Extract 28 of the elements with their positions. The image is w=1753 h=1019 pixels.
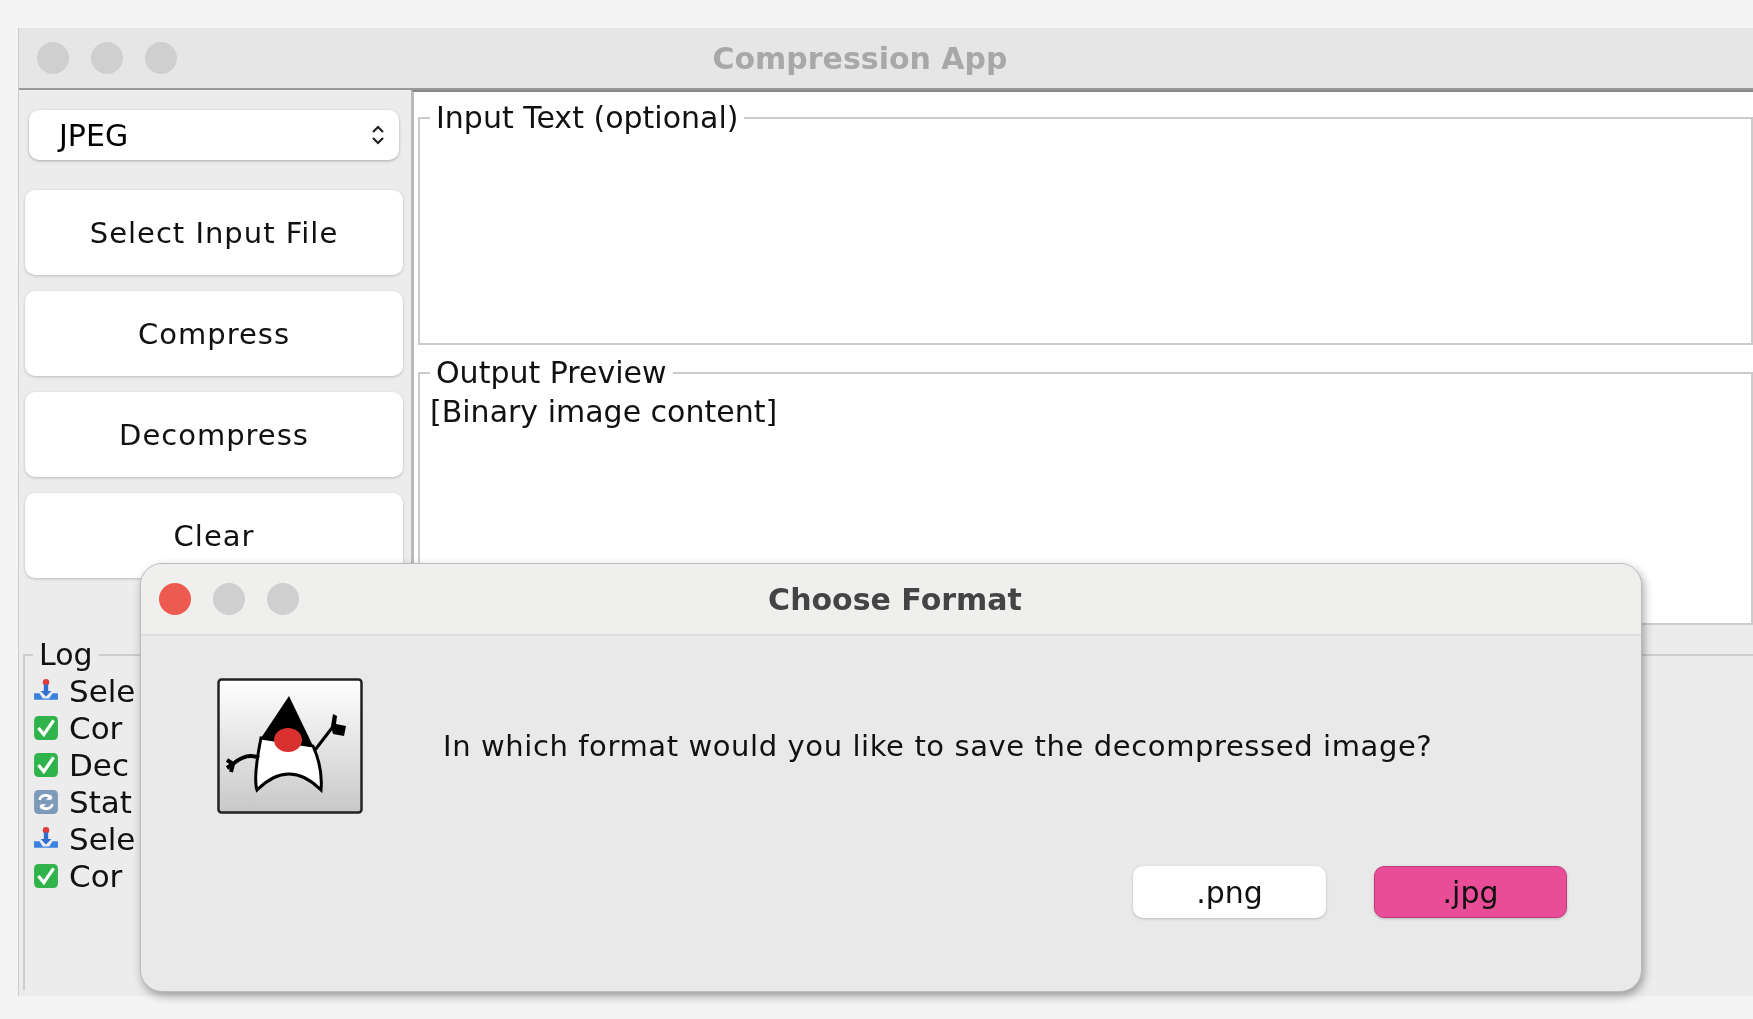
log-entry: Sele <box>69 820 136 857</box>
log-entry: Dec <box>69 746 129 783</box>
zoom-button[interactable] <box>267 583 299 615</box>
format-dropdown[interactable]: JPEG <box>29 110 399 160</box>
log-entry: Cor <box>69 709 123 746</box>
panel-title: Log <box>38 637 94 672</box>
format-option-button[interactable]: .png <box>1133 866 1326 918</box>
check-mark-icon <box>33 751 59 778</box>
close-button[interactable] <box>159 583 191 615</box>
panel-title: Output Preview <box>435 355 668 390</box>
panel-title: Input Text (optional) <box>435 100 740 135</box>
minimize-button[interactable] <box>213 583 245 615</box>
dialog-title: Choose Format <box>767 581 1023 617</box>
up-down-chevron-icon <box>371 124 385 146</box>
refresh-icon <box>33 788 59 815</box>
log-entry: Stat <box>69 783 132 820</box>
dialog-message: In which format would you like to save the decompressed image? <box>443 729 1433 763</box>
check-mark-icon <box>33 714 59 741</box>
check-mark-icon <box>33 862 59 889</box>
action-button[interactable]: Select Input File <box>25 190 403 275</box>
preview-text: [Binary image content] <box>430 394 779 429</box>
action-button[interactable]: Compress <box>25 291 403 376</box>
log-entry: Cor <box>69 857 123 894</box>
action-button[interactable]: Decompress <box>25 392 403 477</box>
window-title: Compression App <box>711 40 1009 76</box>
log-entry: Sele <box>69 672 136 709</box>
cartoon-mascot-icon <box>217 678 363 814</box>
format-option-button[interactable]: .jpg <box>1374 866 1567 918</box>
